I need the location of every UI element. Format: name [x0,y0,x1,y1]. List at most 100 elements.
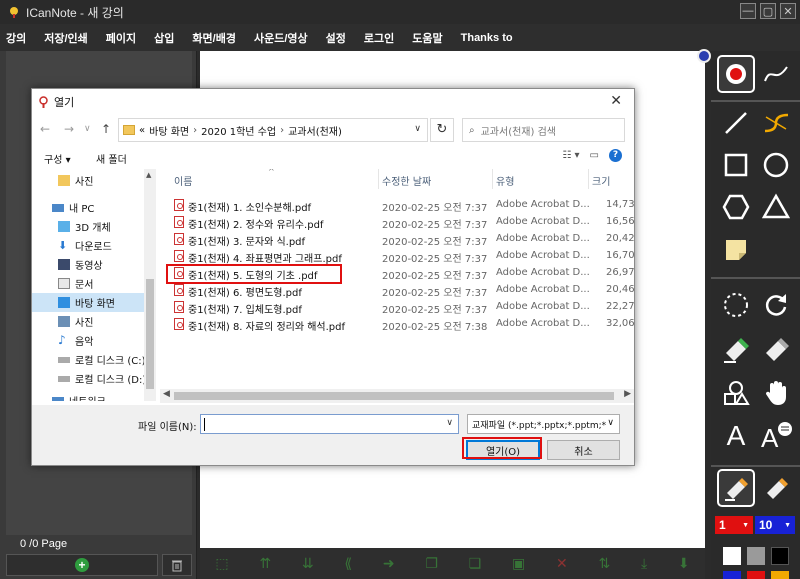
preview-pane-icon[interactable]: ▭ [590,150,599,161]
scroll-thumb[interactable] [174,392,614,400]
tool-curve[interactable] [757,104,795,142]
table-row[interactable]: 중1(천재) 4. 좌표평면과 그래프.pdf 2020-02-25 오전 7:… [160,248,634,265]
dialog-close-button[interactable]: ✕ [610,93,622,109]
help-icon[interactable]: ? [609,149,622,162]
breadcrumb-desktop[interactable]: 바탕 화면 [149,123,189,138]
scroll-right-icon[interactable]: ▶ [624,389,631,399]
table-row[interactable]: 중1(천재) 7. 입체도형.pdf 2020-02-25 오전 7:37 Ad… [160,299,634,316]
organize-button[interactable]: 구성 ▾ [44,151,71,166]
address-bar[interactable]: « 바탕 화면 › 2020 1학년 수업 › 교과서(천재) ∨ [118,118,428,142]
menu-thanks-to[interactable]: Thanks to [461,32,513,44]
tool-hand[interactable] [757,374,795,412]
color-swatch-white[interactable] [723,547,741,565]
breadcrumb-overflow[interactable]: « [139,125,145,136]
scroll-up-icon[interactable]: ▲ [146,171,151,179]
color-swatch-orange[interactable] [771,571,789,579]
up-arrow-icon[interactable]: ↑ [101,122,111,136]
forward-arrow-icon[interactable]: → [64,122,74,136]
menu-sound-video[interactable]: 사운드/영상 [254,30,308,46]
paste-page-icon[interactable]: ❏ [469,555,482,572]
tool-lasso[interactable] [717,286,755,324]
table-row[interactable]: 중1(천재) 6. 평면도형.pdf 2020-02-25 오전 7:37 Ad… [160,282,634,299]
column-date[interactable]: 수정한 날짜 [382,173,431,188]
tool-polygon[interactable] [717,188,755,226]
tool-sticky-note[interactable] [717,231,755,269]
scroll-left-icon[interactable]: ◀ [163,389,170,399]
chevron-down-icon[interactable]: ∨ [446,418,453,428]
column-type[interactable]: 유형 [496,173,514,188]
scroll-thumb[interactable] [146,279,154,389]
back-arrow-icon[interactable]: ← [40,122,50,136]
maximize-button[interactable]: ▢ [760,3,776,19]
breadcrumb-2020-class[interactable]: 2020 1학년 수업 [201,123,276,138]
search-input[interactable]: ⌕ 교과서(천재) 검색 [462,118,625,142]
tool-text[interactable]: A [717,417,755,455]
filetype-select[interactable]: 교재파일 (*.ppt;*.pptx;*.pptm;*. ∨ [467,414,620,434]
color-swatch-gray[interactable] [747,547,765,565]
redo-icon[interactable]: ➜ [383,555,395,572]
column-size[interactable]: 크기 [592,173,610,188]
column-divider[interactable] [588,169,589,189]
delete-page-button[interactable] [162,554,192,576]
nav-item-downloads[interactable]: ⬇ 다운로드 [32,236,156,255]
nav-item-pictures-quick[interactable]: 사진 [32,171,156,190]
tool-eraser[interactable] [757,330,795,368]
color-swatch-black[interactable] [771,547,789,565]
chevron-right-icon[interactable]: › [280,125,284,136]
tool-freehand[interactable] [757,55,795,93]
move-icon[interactable]: ⇅ [598,555,610,572]
delete-icon[interactable]: ✕ [556,555,568,572]
color-swatch-blue[interactable] [723,571,741,579]
tool-pen[interactable] [717,469,755,507]
filename-input[interactable]: ∨ [200,414,459,434]
font-size-select[interactable]: 10 ▼ [755,516,795,534]
arrow-down-icon[interactable]: ⬇ [678,555,690,572]
color-swatch-red[interactable] [747,571,765,579]
menu-page[interactable]: 페이지 [106,30,136,46]
menu-login[interactable]: 로그인 [364,30,394,46]
tool-text-list[interactable]: A [757,417,795,455]
nav-item-desktop[interactable]: 바탕 화면 [32,293,156,312]
menu-settings[interactable]: 설정 [326,30,346,46]
tool-pen-highlight[interactable] [757,469,795,507]
chevron-down-icon[interactable]: ∨ [414,124,421,134]
nav-item-pictures[interactable]: 사진 [32,312,156,331]
tool-refresh[interactable] [757,286,795,324]
table-row[interactable]: 중1(천재) 1. 소인수분해.pdf 2020-02-25 오전 7:37 A… [160,197,634,214]
table-row[interactable]: 중1(천재) 8. 자료의 정리와 해석.pdf 2020-02-25 오전 7… [160,316,634,333]
column-name[interactable]: 이름 [174,173,192,188]
column-divider[interactable] [378,169,379,189]
table-row[interactable]: 중1(천재) 3. 문자와 식.pdf 2020-02-25 오전 7:37 A… [160,231,634,248]
horizontal-scrollbar[interactable]: ◀ ▶ [160,389,634,403]
tool-ellipse[interactable] [757,146,795,184]
canvas-handle[interactable] [697,49,711,63]
nav-item-this-pc[interactable]: 내 PC [32,198,156,217]
nav-item-network[interactable]: 네트워크 [32,391,156,401]
menu-save-print[interactable]: 저장/인쇄 [44,30,88,46]
nav-scrollbar[interactable]: ▲ [144,169,156,401]
table-row[interactable]: 중1(천재) 2. 정수와 유리수.pdf 2020-02-25 오전 7:37… [160,214,634,231]
page-up-icon[interactable]: ⇈ [259,555,271,572]
copy-page-icon[interactable]: ❐ [425,555,438,572]
tool-shapes[interactable] [717,374,755,412]
undo-all-icon[interactable]: ⟪ [344,555,352,572]
nav-item-music[interactable]: ♪ 음악 [32,331,156,350]
menu-screen-background[interactable]: 화면/배경 [192,30,236,46]
tool-highlighter-eraser[interactable] [717,330,755,368]
nav-item-drive-c[interactable]: 로컬 디스크 (C:) [32,350,156,369]
menu-insert[interactable]: 삽입 [154,30,174,46]
insert-page-icon[interactable]: ⤓ [641,555,647,572]
tool-pointer[interactable] [717,55,755,93]
nav-item-drive-d[interactable]: 로컬 디스크 (D:) [32,369,156,388]
chevron-right-icon[interactable]: › [193,125,197,136]
page-down-icon[interactable]: ⇊ [302,555,314,572]
nav-item-documents[interactable]: 문서 [32,274,156,293]
tool-rectangle[interactable] [717,146,755,184]
nav-item-3d-objects[interactable]: 3D 개체 [32,217,156,236]
refresh-button[interactable]: ↻ [430,118,454,142]
fit-screen-icon[interactable]: ⬚ [215,555,228,572]
close-button[interactable]: ✕ [780,3,796,19]
menu-help[interactable]: 도움말 [412,30,442,46]
new-folder-button[interactable]: 새 폴더 [96,151,127,166]
tool-line[interactable] [717,104,755,142]
